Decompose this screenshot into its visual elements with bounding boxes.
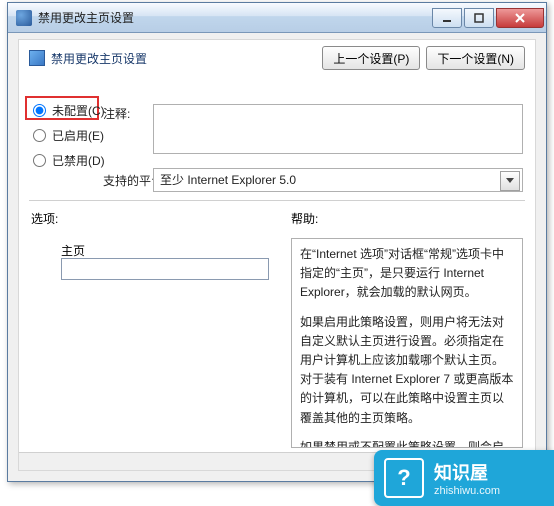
radio-enabled-label: 已启用(E) — [52, 127, 104, 144]
radio-not-configured-label: 未配置(C) — [52, 102, 105, 119]
comment-textarea[interactable] — [153, 104, 523, 154]
homepage-label: 主页 — [61, 242, 85, 259]
question-icon: ? — [384, 458, 424, 498]
close-button[interactable] — [496, 8, 544, 28]
help-paragraph-1: 在“Internet 选项”对话框“常规”选项卡中指定的“主页”，是只要运行 I… — [300, 245, 514, 303]
app-icon — [16, 10, 32, 26]
policy-icon — [29, 50, 45, 66]
content-area: 禁用更改主页设置 上一个设置(P) 下一个设置(N) 未配置(C) 已启用(E)… — [18, 39, 536, 471]
radio-not-configured[interactable]: 未配置(C) — [33, 102, 105, 119]
help-paragraph-3: 如果禁用或不配置此策略设置，则会启用“主页”框，并且用户可以选择其各自的主页。 — [300, 438, 514, 448]
comment-label: 注释: — [103, 105, 130, 122]
header-title: 禁用更改主页设置 — [51, 50, 147, 67]
badge-title: 知识屋 — [434, 459, 500, 485]
radio-disabled-input[interactable] — [33, 154, 46, 167]
watermark-badge: ? 知识屋 zhishiwu.com — [374, 450, 554, 506]
options-label: 选项: — [31, 210, 58, 227]
maximize-button[interactable] — [464, 8, 494, 28]
window-title: 禁用更改主页设置 — [38, 9, 430, 26]
divider — [29, 200, 525, 201]
radio-enabled[interactable]: 已启用(E) — [33, 127, 105, 144]
platform-dropdown[interactable]: 至少 Internet Explorer 5.0 — [153, 168, 523, 192]
homepage-input[interactable] — [61, 258, 269, 280]
radio-enabled-input[interactable] — [33, 129, 46, 142]
titlebar: 禁用更改主页设置 — [8, 3, 546, 33]
radio-disabled-label: 已禁用(D) — [52, 152, 105, 169]
help-paragraph-2: 如果启用此策略设置，则用户将无法对自定义默认主页进行设置。必须指定在用户计算机上… — [300, 313, 514, 428]
minimize-button[interactable] — [432, 8, 462, 28]
next-setting-button[interactable]: 下一个设置(N) — [426, 46, 525, 70]
help-pane: 在“Internet 选项”对话框“常规”选项卡中指定的“主页”，是只要运行 I… — [291, 238, 523, 448]
config-radio-group: 未配置(C) 已启用(E) 已禁用(D) — [33, 102, 105, 169]
chevron-down-icon — [506, 178, 514, 183]
radio-disabled[interactable]: 已禁用(D) — [33, 152, 105, 169]
platform-value: 至少 Internet Explorer 5.0 — [160, 173, 296, 187]
help-label: 帮助: — [291, 210, 318, 227]
header-row: 禁用更改主页设置 上一个设置(P) 下一个设置(N) — [19, 40, 535, 76]
radio-not-configured-input[interactable] — [33, 104, 46, 117]
window-controls — [430, 8, 544, 28]
dialog-window: 禁用更改主页设置 禁用更改主页设置 上一个设置(P) 下一个设置(N) 未配置(… — [7, 2, 547, 482]
badge-url: zhishiwu.com — [434, 485, 500, 497]
prev-setting-button[interactable]: 上一个设置(P) — [322, 46, 420, 70]
